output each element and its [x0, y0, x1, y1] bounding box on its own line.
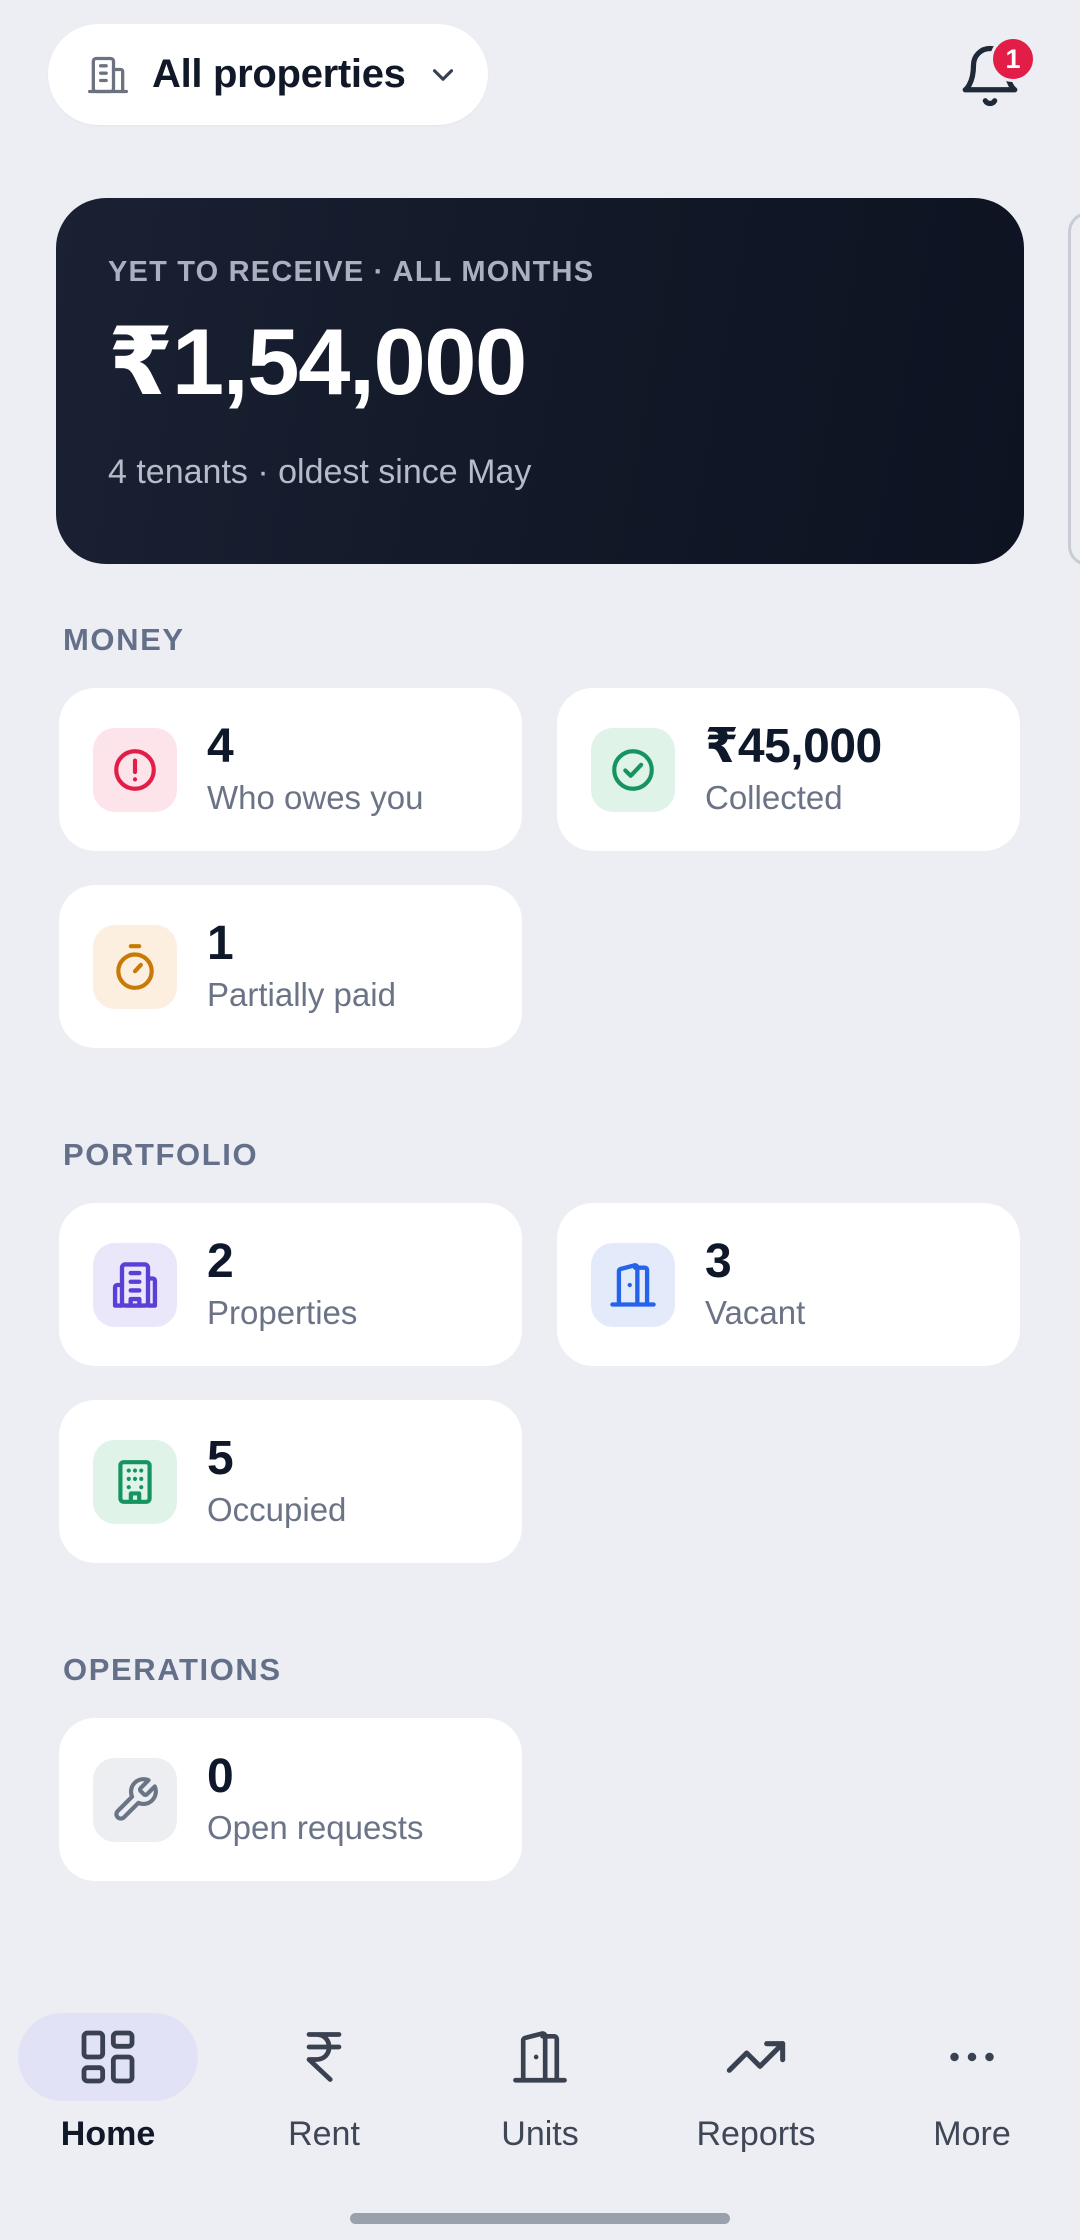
trending-up-icon: [666, 2013, 846, 2101]
stat-value: 3: [705, 1235, 732, 1289]
yet-to-receive-card[interactable]: YET TO RECEIVE · ALL MONTHS ₹1,54,000 4 …: [56, 198, 1024, 564]
nav-item-reports[interactable]: Reports: [656, 1992, 856, 2182]
chevron-down-icon: [426, 58, 460, 92]
collected-card[interactable]: ₹45,000 Collected: [557, 688, 1020, 851]
wrench-icon: [93, 1757, 177, 1842]
stat-caption: Properties: [207, 1293, 358, 1331]
hero-subtitle: 4 tenants · oldest since May: [108, 453, 532, 491]
nav-label: Rent: [288, 2115, 360, 2153]
hero-amount: ₹1,54,000: [108, 309, 527, 414]
apartment-icon: [93, 1439, 177, 1524]
nav-label: Home: [60, 2115, 156, 2153]
nav-label: More: [933, 2115, 1011, 2153]
notification-badge: 1: [990, 36, 1036, 82]
stat-value: 5: [207, 1432, 234, 1486]
nav-item-units[interactable]: Units: [440, 1992, 640, 2182]
nav-item-rent[interactable]: Rent: [224, 1992, 424, 2182]
stat-value: 0: [207, 1750, 234, 1804]
stat-caption: Occupied: [207, 1490, 347, 1528]
rupee-icon: [234, 2013, 414, 2101]
more-horizontal-icon: [882, 2013, 1062, 2101]
stat-caption: Open requests: [207, 1808, 424, 1846]
stat-value: 1: [207, 917, 234, 971]
section-title-operations: OPERATIONS: [63, 1652, 282, 1687]
property-selector-label: All properties: [152, 52, 406, 96]
occupied-card[interactable]: 5 Occupied: [59, 1400, 522, 1563]
stat-value: ₹45,000: [705, 720, 882, 774]
property-selector[interactable]: All properties: [48, 24, 488, 125]
section-title-portfolio: PORTFOLIO: [63, 1137, 259, 1172]
nav-item-more[interactable]: More: [872, 1992, 1072, 2182]
partially-paid-card[interactable]: 1 Partially paid: [59, 885, 522, 1048]
properties-card[interactable]: 2 Properties: [59, 1203, 522, 1366]
nav-item-home[interactable]: Home: [8, 1992, 208, 2182]
dashboard-icon: [18, 2013, 198, 2101]
stat-caption: Collected: [705, 778, 843, 816]
stat-caption: Partially paid: [207, 975, 396, 1013]
building-icon: [86, 53, 130, 97]
bottom-navigation: Home Rent Units Reports More: [0, 1992, 1080, 2240]
alert-circle-icon: [93, 727, 177, 812]
stat-caption: Who owes you: [207, 778, 424, 816]
door-icon: [450, 2013, 630, 2101]
section-title-money: MONEY: [63, 622, 185, 657]
building-icon: [93, 1242, 177, 1327]
open-requests-card[interactable]: 0 Open requests: [59, 1718, 522, 1881]
timer-icon: [93, 924, 177, 1009]
stat-value: 4: [207, 720, 234, 774]
stat-caption: Vacant: [705, 1293, 806, 1331]
who-owes-you-card[interactable]: 4 Who owes you: [59, 688, 522, 851]
next-card-peek[interactable]: [1068, 212, 1080, 566]
door-icon: [591, 1242, 675, 1327]
stat-value: 2: [207, 1235, 234, 1289]
home-indicator[interactable]: [350, 2213, 730, 2224]
vacant-card[interactable]: 3 Vacant: [557, 1203, 1020, 1366]
hero-kicker: YET TO RECEIVE · ALL MONTHS: [108, 256, 595, 288]
check-circle-icon: [591, 727, 675, 812]
nav-label: Units: [501, 2115, 579, 2153]
nav-label: Reports: [696, 2115, 816, 2153]
